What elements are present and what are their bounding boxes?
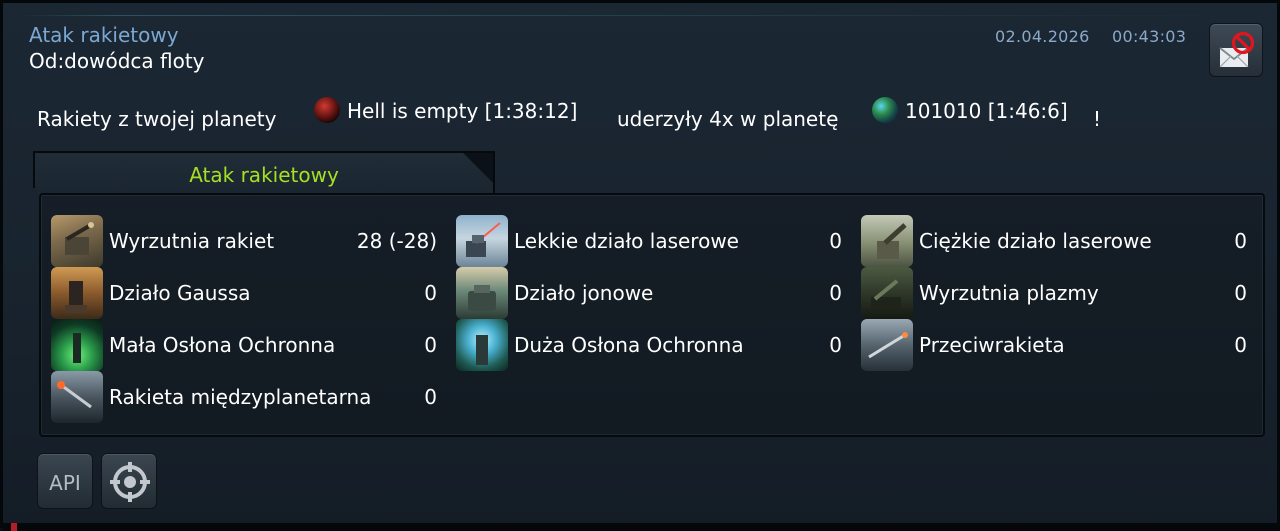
large-shield-dome-icon bbox=[456, 319, 508, 371]
unit-light-laser: Lekkie działo laserowe 0 bbox=[456, 215, 842, 267]
unit-name: Działo jonowe bbox=[514, 281, 654, 305]
bottom-divider bbox=[3, 523, 1280, 531]
unit-count: 0 bbox=[1234, 229, 1247, 253]
unit-count: 0 bbox=[829, 281, 842, 305]
unit-plasma-turret: Wyrzutnia plazmy 0 bbox=[861, 267, 1247, 319]
unit-heavy-laser: Ciężkie działo laserowe 0 bbox=[861, 215, 1247, 267]
origin-planet-icon bbox=[314, 97, 340, 123]
unit-large-shield-dome: Duża Osłona Ochronna 0 bbox=[456, 319, 842, 371]
unit-name: Przeciwrakieta bbox=[919, 333, 1065, 357]
unit-rocket-launcher: Wyrzutnia rakiet 28 (-28) bbox=[51, 215, 437, 267]
unit-count: 0 bbox=[424, 385, 437, 409]
target-planet-link[interactable]: 101010 [1:46:6] bbox=[905, 99, 1068, 123]
unit-count: 0 bbox=[1234, 333, 1247, 357]
message-body: Rakiety z twojej planety Hell is empty [… bbox=[37, 95, 1257, 135]
target-planet-icon bbox=[872, 97, 898, 123]
tab-missile-attack: Atak rakietowy bbox=[33, 151, 495, 197]
unit-name: Rakieta międzyplanetarna bbox=[109, 385, 372, 409]
unit-ion-cannon: Działo jonowe 0 bbox=[456, 267, 842, 319]
unit-name: Mała Osłona Ochronna bbox=[109, 333, 336, 357]
plasma-turret-icon bbox=[861, 267, 913, 319]
unit-count: 0 bbox=[829, 229, 842, 253]
unit-name: Duża Osłona Ochronna bbox=[514, 333, 744, 357]
api-label: API bbox=[49, 471, 81, 495]
body-text-middle: uderzyły 4x w planetę bbox=[617, 107, 839, 131]
unit-count: 28 (-28) bbox=[356, 229, 437, 253]
unit-name: Lekkie działo laserowe bbox=[514, 229, 739, 253]
unit-name: Wyrzutnia plazmy bbox=[919, 281, 1099, 305]
rocket-launcher-icon bbox=[51, 215, 103, 267]
heavy-laser-icon bbox=[861, 215, 913, 267]
unit-interplanetary-missile: Rakieta międzyplanetarna 0 bbox=[51, 371, 437, 423]
message-sender: Od:dowódca floty bbox=[29, 49, 205, 73]
unit-name: Wyrzutnia rakiet bbox=[109, 229, 275, 253]
envelope-delete-icon bbox=[1219, 31, 1255, 68]
bottom-accent bbox=[11, 523, 17, 531]
unit-name: Działo Gaussa bbox=[109, 281, 251, 305]
ion-cannon-icon bbox=[456, 267, 508, 319]
unit-count: 0 bbox=[424, 333, 437, 357]
unit-name: Ciężkie działo laserowe bbox=[919, 229, 1152, 253]
message-date: 02.04.2026 bbox=[995, 27, 1090, 46]
delete-message-button[interactable] bbox=[1209, 23, 1263, 77]
unit-small-shield-dome: Mała Osłona Ochronna 0 bbox=[51, 319, 437, 371]
gauss-cannon-icon bbox=[51, 267, 103, 319]
message-window: Atak rakietowy Od:dowódca floty 02.04.20… bbox=[0, 0, 1280, 531]
interplanetary-missile-icon bbox=[51, 371, 103, 423]
unit-anti-ballistic-missile: Przeciwrakieta 0 bbox=[861, 319, 1247, 371]
unit-count: 0 bbox=[829, 333, 842, 357]
attack-target-button[interactable] bbox=[101, 453, 157, 509]
small-shield-dome-icon bbox=[51, 319, 103, 371]
tab-label: Atak rakietowy bbox=[189, 163, 339, 187]
unit-count: 0 bbox=[1234, 281, 1247, 305]
message-time: 00:43:03 bbox=[1112, 27, 1187, 46]
message-subject: Atak rakietowy bbox=[29, 23, 179, 47]
defense-summary-panel: Wyrzutnia rakiet 28 (-28) Lekkie działo … bbox=[39, 193, 1265, 437]
light-laser-icon bbox=[456, 215, 508, 267]
unit-gauss-cannon: Działo Gaussa 0 bbox=[51, 267, 437, 319]
body-text-before: Rakiety z twojej planety bbox=[37, 107, 277, 131]
origin-planet-link[interactable]: Hell is empty [1:38:12] bbox=[347, 99, 577, 123]
api-button[interactable]: API bbox=[37, 453, 93, 509]
body-text-end: ! bbox=[1093, 107, 1102, 131]
crosshair-icon bbox=[110, 462, 150, 502]
anti-ballistic-missile-icon bbox=[861, 319, 913, 371]
unit-count: 0 bbox=[424, 281, 437, 305]
